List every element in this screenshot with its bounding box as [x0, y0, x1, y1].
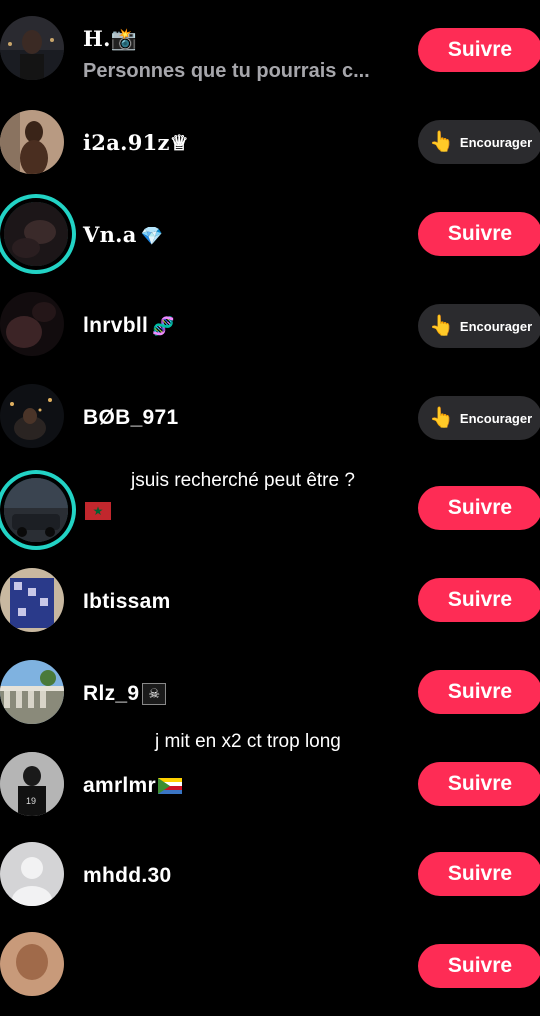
overlay-caption: j mit en x2 ct trop long: [155, 731, 341, 752]
encourage-label: Encourager: [459, 134, 533, 150]
follow-button[interactable]: Suivre: [418, 762, 540, 806]
follow-button[interactable]: Suivre: [418, 852, 540, 896]
encourage-button[interactable]: 👆 Encourager: [418, 396, 540, 440]
follow-button[interactable]: Suivre: [418, 28, 540, 72]
username: Ibtissam: [83, 590, 171, 613]
username: mhdd.30: [83, 864, 172, 887]
pirate-flag-icon: ☠: [142, 683, 167, 706]
username: Vn.a 💎: [83, 222, 164, 247]
diamond-icon: 💎: [140, 226, 164, 247]
username: lnrvbll 🧬: [83, 314, 175, 337]
pointing-hand-icon: 👆: [429, 315, 454, 337]
username: i2a.91z♕: [83, 130, 189, 155]
avatar[interactable]: [0, 568, 64, 632]
list-item[interactable]: Ibtissam Suivre: [0, 556, 540, 648]
suggestion-subtitle: Personnes que tu pourrais c...: [83, 60, 370, 82]
avatar[interactable]: [0, 932, 64, 996]
follow-button[interactable]: Suivre: [418, 212, 540, 256]
follow-button[interactable]: Suivre: [418, 944, 540, 988]
list-item[interactable]: H.📸 Personnes que tu pourrais c... Suivr…: [0, 4, 540, 96]
pointing-hand-icon: 👆: [429, 407, 454, 429]
username: H.📸: [83, 26, 138, 51]
morocco-flag-icon: ★: [85, 502, 111, 520]
list-item[interactable]: Suivre: [0, 924, 540, 1016]
list-item[interactable]: lnrvbll 🧬 👆 Encourager: [0, 280, 540, 372]
avatar-with-story-ring[interactable]: [4, 478, 68, 542]
encourage-label: Encourager: [459, 318, 533, 334]
username: Rlz_9 ☠: [83, 682, 167, 706]
follow-button[interactable]: Suivre: [418, 578, 540, 622]
follow-button[interactable]: Suivre: [418, 670, 540, 714]
follow-button[interactable]: Suivre: [418, 486, 540, 530]
list-item[interactable]: 19 amrlmr Suivre: [0, 740, 540, 832]
avatar[interactable]: [0, 110, 64, 174]
list-item[interactable]: Rlz_9 ☠ Suivre: [0, 648, 540, 740]
list-item[interactable]: i2a.91z♕ 👆 Encourager: [0, 96, 540, 188]
avatar-with-story-ring[interactable]: [4, 202, 68, 266]
avatar[interactable]: [0, 384, 64, 448]
avatar[interactable]: [0, 292, 64, 356]
svg-text:19: 19: [26, 796, 36, 806]
list-item[interactable]: mhdd.30 Suivre: [0, 832, 540, 924]
comoros-flag-icon: [158, 778, 183, 795]
username: BØB_971: [83, 406, 179, 429]
avatar[interactable]: 19: [0, 752, 64, 816]
encourage-label: Encourager: [459, 410, 533, 426]
username: amrlmr: [83, 774, 183, 798]
dna-icon: 🧬: [152, 316, 175, 336]
avatar-placeholder[interactable]: [0, 842, 64, 906]
encourage-button[interactable]: 👆 Encourager: [418, 304, 540, 348]
encourage-button[interactable]: 👆 Encourager: [418, 120, 540, 164]
list-item[interactable]: Vn.a 💎 Suivre: [0, 188, 540, 280]
overlay-caption: jsuis recherché peut être ?: [131, 470, 355, 491]
pointing-hand-icon: 👆: [429, 131, 454, 153]
avatar[interactable]: [0, 660, 64, 724]
list-item[interactable]: BØB_971 👆 Encourager: [0, 372, 540, 464]
avatar[interactable]: [0, 16, 64, 80]
